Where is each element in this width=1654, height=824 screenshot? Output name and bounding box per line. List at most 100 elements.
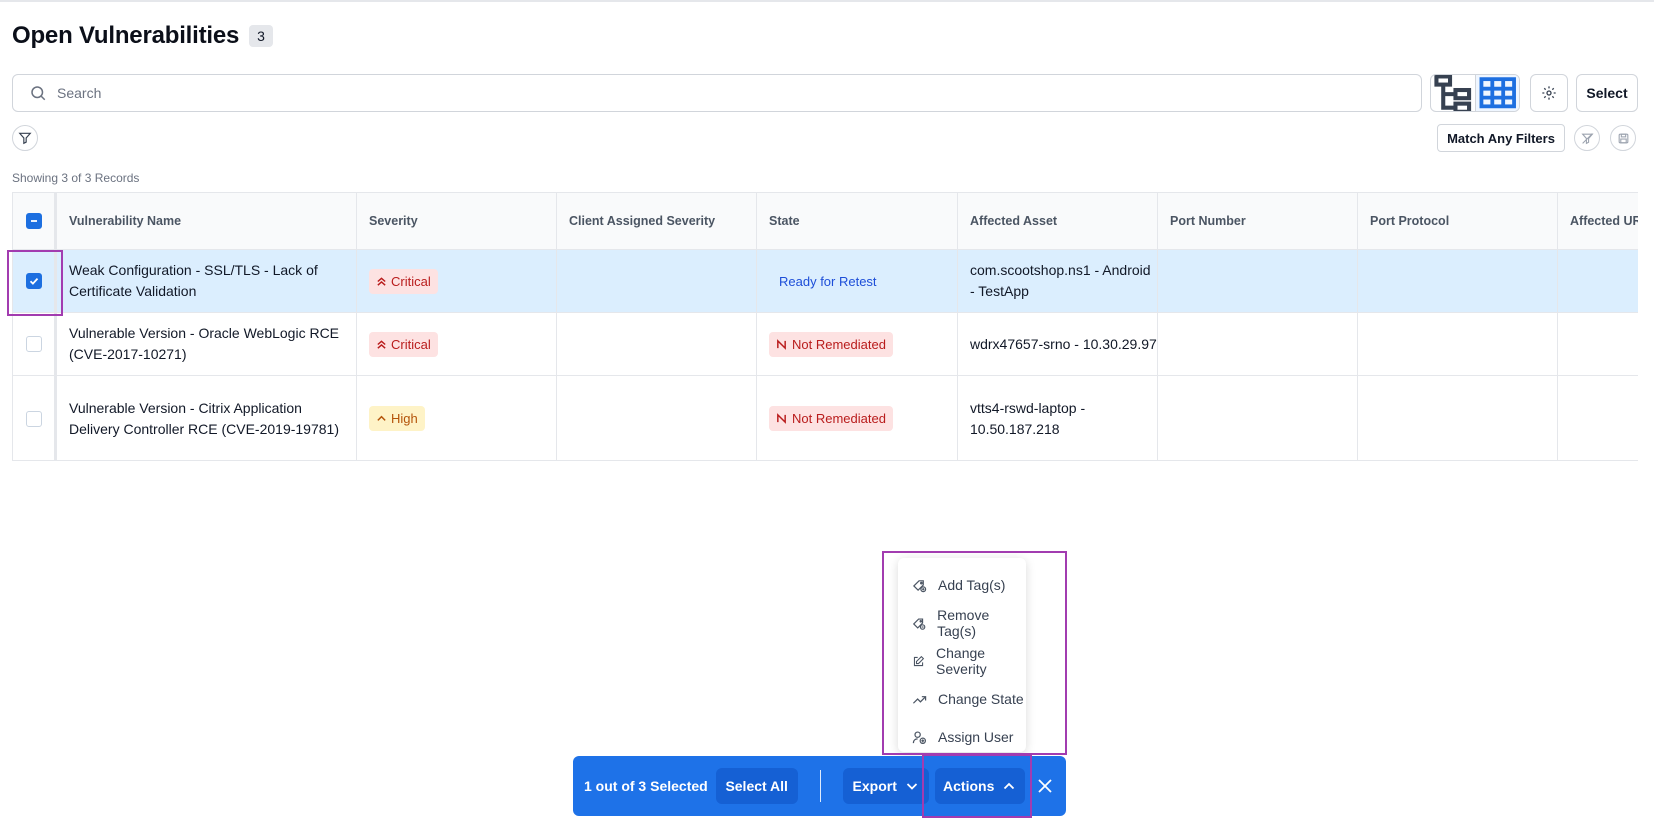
gear-icon — [1542, 86, 1556, 100]
severity-label: Critical — [391, 336, 431, 352]
records-count: Showing 3 of 3 Records — [12, 171, 140, 185]
column-header[interactable]: Client Assigned Severity — [557, 193, 757, 249]
select-all-button[interactable]: Select All — [715, 768, 798, 804]
row-checkbox[interactable] — [25, 273, 42, 289]
page-title: Open Vulnerabilities — [12, 22, 240, 49]
column-header[interactable]: Vulnerability Name — [57, 193, 357, 249]
top-border — [0, 0, 1654, 2]
chevron-up-icon — [1004, 782, 1015, 790]
column-header[interactable]: State — [757, 193, 958, 249]
search-box[interactable] — [12, 74, 1422, 112]
table-row[interactable]: Vulnerable Version - Citrix Application … — [13, 376, 1638, 460]
row-checkbox[interactable] — [25, 336, 42, 352]
affected-asset: wdrx47657-srno - 10.30.29.97 — [958, 313, 1158, 375]
table-header: Vulnerability Name Severity Client Assig… — [13, 193, 1638, 250]
column-header[interactable]: Port Number — [1158, 193, 1358, 249]
not-remediated-icon — [777, 338, 786, 350]
state-cell: Not Remediated — [757, 376, 958, 460]
filter-icon — [18, 132, 32, 145]
column-header[interactable]: Severity — [357, 193, 557, 249]
double-chevron-up-icon — [377, 276, 386, 286]
view-toggle — [1430, 74, 1520, 112]
selection-count: 1 out of 3 Selected — [584, 778, 708, 794]
menu-item-assign-user[interactable]: Assign User — [898, 718, 1026, 756]
user-add-icon — [912, 730, 927, 744]
not-remediated-icon — [777, 413, 786, 424]
column-header[interactable]: Affected URL — [1558, 193, 1638, 249]
close-bar-button[interactable] — [1035, 776, 1055, 796]
state-badge: Not Remediated — [769, 331, 893, 357]
state-cell: Not Remediated — [757, 313, 958, 375]
check-icon — [29, 277, 38, 285]
menu-item-label: Change State — [938, 691, 1024, 707]
severity-cell: Critical — [357, 313, 557, 375]
row-checkbox-cell — [13, 313, 57, 375]
severity-badge: High — [369, 406, 425, 431]
select-all-label: Select All — [725, 778, 788, 794]
vulnerabilities-table: Vulnerability Name Severity Client Assig… — [12, 192, 1638, 461]
menu-item-label: Remove Tag(s) — [937, 607, 990, 639]
match-any-filters-button[interactable]: Match Any Filters — [1437, 124, 1565, 152]
port-number-cell — [1158, 313, 1358, 375]
chevron-up-icon — [377, 415, 386, 421]
state-label: Not Remediated — [792, 336, 886, 352]
title-row: Open Vulnerabilities 3 — [12, 22, 273, 50]
row-checkbox-cell — [13, 250, 57, 312]
menu-item-remove-tags[interactable]: Remove Tag(s) — [898, 604, 1026, 642]
row-checkbox[interactable] — [25, 410, 42, 427]
port-protocol-cell — [1358, 250, 1558, 312]
tree-view-button[interactable] — [1431, 75, 1475, 111]
filter-button[interactable] — [12, 125, 38, 151]
table-view-button[interactable] — [1474, 75, 1519, 111]
state-badge: Not Remediated — [769, 406, 893, 431]
affected-url-cell — [1558, 250, 1638, 312]
affected-url-cell — [1558, 313, 1638, 375]
vulnerability-name[interactable]: Vulnerable Version - Citrix Application … — [57, 376, 357, 460]
search-icon — [31, 86, 46, 101]
table-view-icon — [1479, 77, 1516, 109]
save-icon — [1618, 133, 1628, 143]
severity-label: High — [391, 411, 418, 426]
search-input[interactable] — [57, 85, 1407, 101]
affected-asset: com.scootshop.ns1 - Android - TestApp — [958, 250, 1158, 312]
vulnerability-name[interactable]: Weak Configuration - SSL/TLS - Lack of C… — [57, 250, 357, 312]
edit-icon — [913, 655, 925, 666]
export-button[interactable]: Export — [842, 768, 929, 804]
table-row[interactable]: Weak Configuration - SSL/TLS - Lack of C… — [13, 250, 1638, 313]
severity-cell: High — [357, 376, 557, 460]
severity-cell: Critical — [357, 250, 557, 312]
bar-divider — [819, 770, 821, 802]
close-icon — [1038, 779, 1052, 793]
settings-button[interactable] — [1530, 74, 1568, 112]
tree-view-icon — [1434, 75, 1472, 111]
severity-badge: Critical — [369, 331, 438, 357]
clear-filter-icon — [1580, 132, 1594, 144]
port-protocol-cell — [1358, 313, 1558, 375]
actions-button[interactable]: Actions — [934, 768, 1025, 804]
column-header[interactable]: Affected Asset — [958, 193, 1158, 249]
menu-item-add-tags[interactable]: Add Tag(s) — [898, 566, 1026, 604]
state-label: Ready for Retest — [779, 273, 877, 289]
tag-icon — [913, 579, 927, 592]
column-header[interactable]: Port Protocol — [1358, 193, 1558, 249]
client-severity-cell — [557, 376, 757, 460]
affected-url-cell — [1558, 376, 1638, 460]
minus-icon — [30, 220, 37, 222]
table-row[interactable]: Vulnerable Version - Oracle WebLogic RCE… — [13, 313, 1638, 376]
menu-item-change-severity[interactable]: Change Severity — [898, 642, 1026, 680]
save-filters-button[interactable] — [1610, 125, 1636, 151]
severity-label: Critical — [391, 273, 431, 289]
row-checkbox-cell — [13, 376, 57, 460]
chevron-down-icon — [906, 783, 918, 790]
select-all-checkbox[interactable] — [25, 213, 42, 229]
select-button[interactable]: Select — [1576, 74, 1638, 112]
vulnerability-name[interactable]: Vulnerable Version - Oracle WebLogic RCE… — [57, 313, 357, 375]
menu-item-change-state[interactable]: Change State — [898, 680, 1026, 718]
menu-item-label: Assign User — [938, 729, 1014, 745]
count-badge: 3 — [249, 25, 273, 47]
clear-filters-button[interactable] — [1574, 125, 1600, 151]
port-number-cell — [1158, 250, 1358, 312]
severity-badge: Critical — [369, 268, 438, 294]
port-protocol-cell — [1358, 376, 1558, 460]
actions-dropdown: Add Tag(s) Remove Tag(s) Change Severity… — [898, 558, 1026, 752]
